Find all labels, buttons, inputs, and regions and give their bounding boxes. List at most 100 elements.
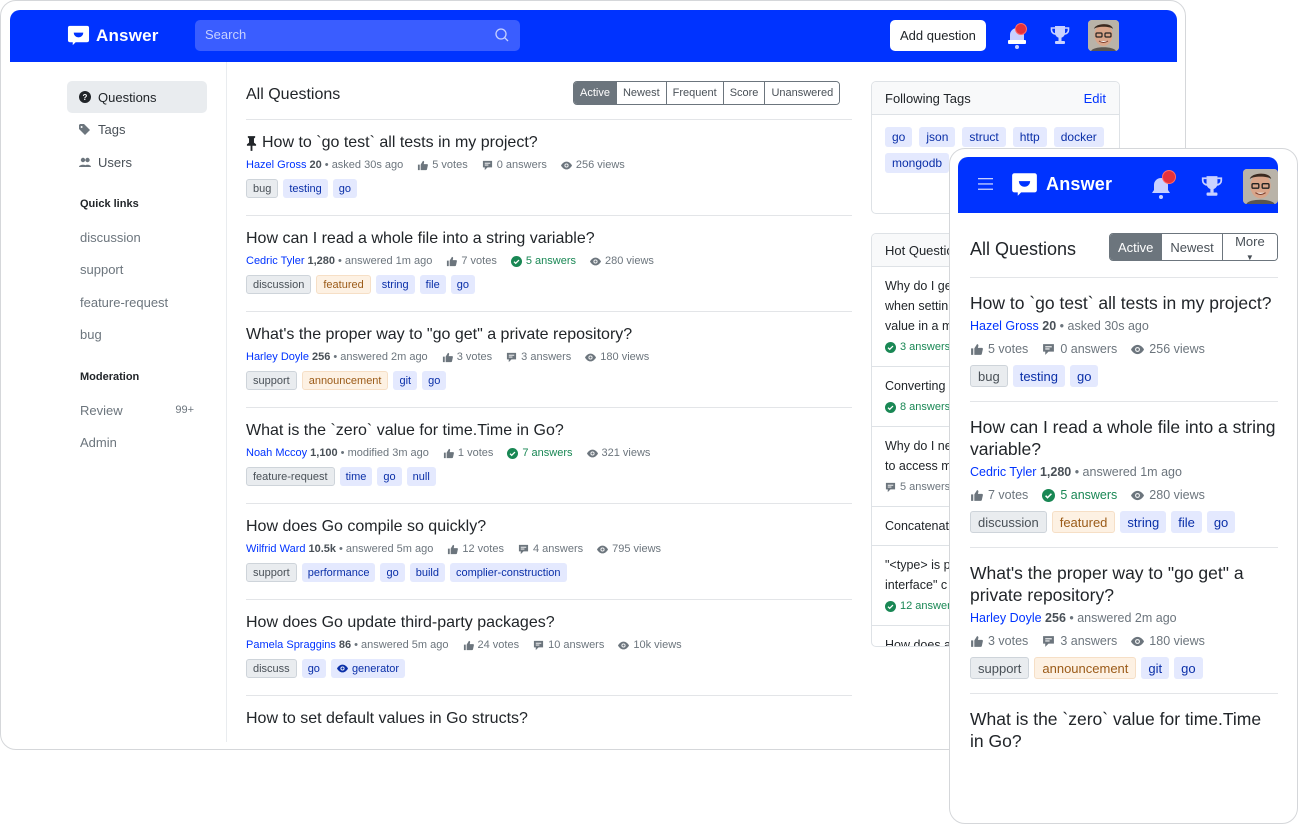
sidebar-item-users[interactable]: Users bbox=[67, 146, 207, 178]
moderation-admin[interactable]: Admin bbox=[67, 427, 207, 460]
tag-time[interactable]: time bbox=[339, 467, 373, 486]
author-link[interactable]: Wilfrid Ward bbox=[246, 543, 305, 555]
tag-bug[interactable]: bug bbox=[970, 365, 1008, 387]
tag-go[interactable]: go bbox=[380, 563, 405, 582]
tag-testing[interactable]: testing bbox=[1012, 365, 1066, 387]
tag-git[interactable]: git bbox=[1141, 657, 1170, 679]
tag-go[interactable]: go bbox=[450, 275, 475, 294]
mobile-notifications-button[interactable] bbox=[1150, 170, 1176, 201]
author-link[interactable]: Cedric Tyler bbox=[970, 465, 1036, 479]
author-link[interactable]: Hazel Gross bbox=[246, 159, 307, 171]
author-link[interactable]: Harley Doyle bbox=[970, 611, 1042, 625]
tag-go[interactable]: go bbox=[301, 659, 326, 678]
question-title[interactable]: What is the `zero` value for time.Time i… bbox=[970, 708, 1278, 752]
trophy-icon[interactable] bbox=[1201, 175, 1223, 199]
sort-tab-newest[interactable]: Newest bbox=[1161, 234, 1222, 260]
tag-http[interactable]: http bbox=[1012, 127, 1047, 147]
question-title[interactable]: What is the `zero` value for time.Time i… bbox=[246, 421, 852, 441]
question-title[interactable]: How does Go update third-party packages? bbox=[246, 613, 852, 633]
tag-support[interactable]: support bbox=[970, 657, 1030, 679]
question-title[interactable]: How to `go test` all tests in my project… bbox=[970, 292, 1278, 314]
author-link[interactable]: Cedric Tyler bbox=[246, 255, 304, 267]
tag-go[interactable]: go bbox=[885, 127, 913, 147]
tag-string[interactable]: string bbox=[375, 275, 415, 294]
question-title[interactable]: How does Go compile so quickly? bbox=[246, 517, 852, 537]
sidebar-item-tags[interactable]: Tags bbox=[67, 114, 207, 146]
sort-tab-newest[interactable]: Newest bbox=[615, 82, 666, 104]
tag-discuss[interactable]: discuss bbox=[246, 659, 297, 678]
question-title-text[interactable]: How does Go compile so quickly? bbox=[246, 517, 486, 537]
add-question-button[interactable]: Add question bbox=[890, 20, 986, 51]
tag-docker[interactable]: docker bbox=[1053, 127, 1104, 147]
search-input[interactable]: Search bbox=[195, 20, 520, 51]
sort-tab-score[interactable]: Score bbox=[722, 82, 765, 104]
sort-tab-frequent[interactable]: Frequent bbox=[665, 82, 723, 104]
sidebar-item-questions[interactable]: ? Questions bbox=[67, 81, 207, 113]
trophy-icon[interactable] bbox=[1050, 25, 1070, 47]
quick-link-discussion[interactable]: discussion bbox=[67, 221, 207, 254]
author-link[interactable]: Harley Doyle bbox=[246, 351, 309, 363]
search-icon[interactable] bbox=[494, 27, 510, 43]
tag-go[interactable]: go bbox=[1070, 365, 1099, 387]
tag-discussion[interactable]: discussion bbox=[246, 275, 312, 294]
author-link[interactable]: Pamela Spraggins bbox=[246, 639, 336, 651]
tag-go[interactable]: go bbox=[1206, 511, 1236, 533]
tag-go[interactable]: go bbox=[1174, 657, 1203, 679]
quick-link-feature-request[interactable]: feature-request bbox=[67, 286, 207, 319]
tag-struct[interactable]: struct bbox=[962, 127, 1006, 147]
question-title-text[interactable]: What's the proper way to "go get" a priv… bbox=[246, 325, 632, 345]
tag-generator[interactable]: generator bbox=[330, 659, 406, 678]
author-reputation: 1,280 bbox=[1039, 465, 1072, 479]
tag-go[interactable]: go bbox=[422, 371, 447, 390]
tag-announcement[interactable]: announcement bbox=[301, 371, 389, 390]
edit-following-tags-link[interactable]: Edit bbox=[1084, 91, 1106, 106]
tag-git[interactable]: git bbox=[393, 371, 418, 390]
tag-complier-construction[interactable]: complier-construction bbox=[449, 563, 567, 582]
tag-announcement[interactable]: announcement bbox=[1034, 657, 1137, 679]
question-title-text[interactable]: How does Go update third-party packages? bbox=[246, 613, 555, 633]
sort-more-dropdown[interactable]: More ▼ bbox=[1221, 234, 1277, 260]
question-title[interactable]: What's the proper way to "go get" a priv… bbox=[970, 562, 1278, 606]
question-title[interactable]: How to set default values in Go structs? bbox=[246, 709, 852, 729]
tag-bug[interactable]: bug bbox=[246, 179, 279, 198]
tag-go[interactable]: go bbox=[332, 179, 358, 198]
tag-mongodb[interactable]: mongodb bbox=[885, 153, 950, 173]
avatar[interactable] bbox=[1088, 20, 1119, 51]
tag-build[interactable]: build bbox=[409, 563, 445, 582]
quick-link-bug[interactable]: bug bbox=[67, 319, 207, 352]
sort-tab-active[interactable]: Active bbox=[1110, 234, 1162, 260]
question-title-text[interactable]: How can I read a whole file into a strin… bbox=[246, 229, 595, 249]
tag-go[interactable]: go bbox=[377, 467, 402, 486]
question-title-text[interactable]: How to set default values in Go structs? bbox=[246, 709, 528, 729]
author-link[interactable]: Hazel Gross bbox=[970, 319, 1039, 333]
sort-tab-unanswered[interactable]: Unanswered bbox=[764, 82, 840, 104]
tag-file[interactable]: file bbox=[1171, 511, 1202, 533]
tag-feature-request[interactable]: feature-request bbox=[246, 467, 335, 486]
mobile-brand-link[interactable]: Answer bbox=[1011, 171, 1112, 198]
tag-json[interactable]: json bbox=[919, 127, 956, 147]
brand-link[interactable]: Answer bbox=[67, 24, 159, 47]
tag-testing[interactable]: testing bbox=[283, 179, 328, 198]
author-link[interactable]: Noah Mccoy bbox=[246, 447, 307, 459]
question-title[interactable]: How can I read a whole file into a strin… bbox=[970, 416, 1278, 460]
tag-file[interactable]: file bbox=[419, 275, 446, 294]
question-title[interactable]: How can I read a whole file into a strin… bbox=[246, 229, 852, 249]
tag-string[interactable]: string bbox=[1120, 511, 1167, 533]
tag-support[interactable]: support bbox=[246, 371, 297, 390]
notifications-button[interactable] bbox=[1006, 23, 1030, 50]
tag-performance[interactable]: performance bbox=[301, 563, 376, 582]
quick-link-support[interactable]: support bbox=[67, 254, 207, 287]
question-title-text[interactable]: How to `go test` all tests in my project… bbox=[262, 133, 538, 153]
moderation-review[interactable]: Review 99+ bbox=[67, 394, 207, 427]
tag-featured[interactable]: featured bbox=[316, 275, 371, 294]
question-title-text[interactable]: What is the `zero` value for time.Time i… bbox=[246, 421, 564, 441]
question-title[interactable]: How to `go test` all tests in my project… bbox=[246, 133, 852, 153]
tag-featured[interactable]: featured bbox=[1051, 511, 1116, 533]
tag-null[interactable]: null bbox=[406, 467, 436, 486]
tag-discussion[interactable]: discussion bbox=[970, 511, 1047, 533]
avatar[interactable] bbox=[1243, 169, 1278, 204]
sort-tab-active[interactable]: Active bbox=[574, 82, 616, 104]
hamburger-menu-icon[interactable] bbox=[978, 177, 993, 191]
question-title[interactable]: What's the proper way to "go get" a priv… bbox=[246, 325, 852, 345]
tag-support[interactable]: support bbox=[246, 563, 297, 582]
